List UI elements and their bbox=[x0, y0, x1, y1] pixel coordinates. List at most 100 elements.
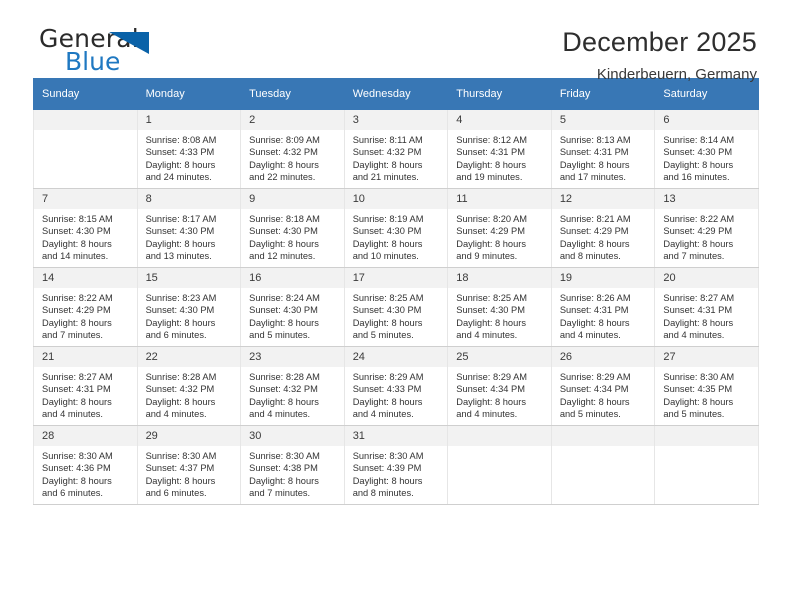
daylight-text-line2: and 16 minutes. bbox=[663, 172, 730, 183]
daylight-text-line2: and 6 minutes. bbox=[145, 488, 207, 499]
sunset-text: Sunset: 4:29 PM bbox=[42, 305, 111, 316]
page-subtitle: Kinderbeuern, Germany bbox=[596, 66, 757, 83]
daylight-text-line1: Daylight: 8 hours bbox=[456, 396, 527, 407]
day-details: Sunrise: 8:28 AM Sunset: 4:32 PM Daylight:… bbox=[138, 367, 241, 421]
day-details: Sunrise: 8:18 AM Sunset: 4:30 PM Daylight:… bbox=[241, 209, 344, 263]
sunrise-text: Sunrise: 8:20 AM bbox=[456, 214, 528, 224]
calendar-day-cell[interactable]: 10 Sunrise: 8:19 AM Sunset: 4:30 PM Dayligh… bbox=[343, 188, 449, 268]
sunset-text: Sunset: 4:30 PM bbox=[352, 226, 422, 237]
day-details: Sunrise: 8:23 AM Sunset: 4:30 PM Daylight:… bbox=[138, 288, 241, 342]
sunset-text: Sunset: 4:36 PM bbox=[42, 463, 111, 474]
sunrise-text: Sunrise: 8:26 AM bbox=[559, 293, 631, 303]
sunrise-text: Sunrise: 8:30 AM bbox=[352, 451, 424, 461]
calendar-week-row: 14 Sunrise: 8:22 AM Sunset: 4:29 PM Dayligh… bbox=[33, 267, 759, 347]
sunset-text: Sunset: 4:31 PM bbox=[559, 305, 629, 316]
sunrise-text: Sunrise: 8:14 AM bbox=[663, 135, 735, 145]
sunrise-text: Sunrise: 8:29 AM bbox=[352, 372, 424, 382]
calendar-day-cell[interactable]: 26 Sunrise: 8:29 AM Sunset: 4:34 PM Dayligh… bbox=[550, 346, 656, 426]
day-number: 5 bbox=[551, 110, 655, 130]
calendar-day-cell[interactable]: 8 Sunrise: 8:17 AM Sunset: 4:30 PM Daylight… bbox=[136, 188, 242, 268]
day-number: 13 bbox=[655, 189, 758, 209]
calendar-day-cell[interactable]: 27 Sunrise: 8:30 AM Sunset: 4:35 PM Dayligh… bbox=[654, 346, 759, 426]
weekday-header-thursday: Thursday bbox=[447, 78, 552, 110]
sunrise-text: Sunrise: 8:08 AM bbox=[145, 135, 217, 145]
sunset-text: Sunset: 4:31 PM bbox=[456, 147, 525, 158]
day-details: Sunrise: 8:30 AM Sunset: 4:38 PM Daylight:… bbox=[241, 446, 344, 500]
sunset-text: Sunset: 4:34 PM bbox=[456, 384, 525, 395]
day-number: 16 bbox=[241, 268, 344, 288]
calendar-day-cell[interactable]: 19 Sunrise: 8:26 AM Sunset: 4:31 PM Dayligh… bbox=[550, 267, 656, 347]
calendar-day-cell[interactable]: 1 Sunrise: 8:08 AM Sunset: 4:33 PM Daylight… bbox=[136, 109, 242, 189]
daylight-text-line1: Daylight: 8 hours bbox=[559, 317, 630, 328]
calendar-day-cell[interactable]: 29 Sunrise: 8:30 AM Sunset: 4:37 PM Dayligh… bbox=[136, 425, 242, 505]
sunset-text: Sunset: 4:37 PM bbox=[145, 463, 215, 474]
calendar-day-cell[interactable]: 22 Sunrise: 8:28 AM Sunset: 4:32 PM Dayligh… bbox=[136, 346, 242, 426]
calendar-day-cell[interactable]: 3 Sunrise: 8:11 AM Sunset: 4:32 PM Daylight… bbox=[343, 109, 449, 189]
calendar-day-cell[interactable]: 13 Sunrise: 8:22 AM Sunset: 4:29 PM Dayligh… bbox=[654, 188, 759, 268]
calendar-day-cell[interactable]: 30 Sunrise: 8:30 AM Sunset: 4:38 PM Dayligh… bbox=[240, 425, 345, 505]
daylight-text-line2: and 19 minutes. bbox=[456, 172, 523, 183]
sunset-text: Sunset: 4:30 PM bbox=[145, 305, 215, 316]
sunrise-text: Sunrise: 8:22 AM bbox=[42, 293, 113, 303]
calendar-day-cell[interactable]: 28 Sunrise: 8:30 AM Sunset: 4:36 PM Dayligh… bbox=[33, 425, 138, 505]
day-details: Sunrise: 8:20 AM Sunset: 4:29 PM Daylight:… bbox=[448, 209, 551, 263]
calendar-day-cell[interactable]: 9 Sunrise: 8:18 AM Sunset: 4:30 PM Daylight… bbox=[240, 188, 345, 268]
calendar-day-cell[interactable]: 4 Sunrise: 8:12 AM Sunset: 4:31 PM Daylight… bbox=[447, 109, 552, 189]
day-details: Sunrise: 8:19 AM Sunset: 4:30 PM Daylight:… bbox=[345, 209, 448, 263]
calendar-day-cell[interactable]: 6 Sunrise: 8:14 AM Sunset: 4:30 PM Daylight… bbox=[654, 109, 759, 189]
calendar-week-row: 21 Sunrise: 8:27 AM Sunset: 4:31 PM Dayligh… bbox=[33, 346, 759, 426]
calendar-day-cell[interactable]: 24 Sunrise: 8:29 AM Sunset: 4:33 PM Dayligh… bbox=[343, 346, 449, 426]
daylight-text-line2: and 5 minutes. bbox=[352, 330, 414, 341]
daylight-text-line2: and 6 minutes. bbox=[145, 330, 207, 341]
calendar-day-cell[interactable]: 31 Sunrise: 8:30 AM Sunset: 4:39 PM Dayligh… bbox=[343, 425, 449, 505]
day-details: Sunrise: 8:27 AM Sunset: 4:31 PM Daylight:… bbox=[34, 367, 137, 421]
sunrise-text: Sunrise: 8:29 AM bbox=[559, 372, 631, 382]
calendar-cell-empty bbox=[447, 425, 552, 505]
calendar-day-cell[interactable]: 18 Sunrise: 8:25 AM Sunset: 4:30 PM Dayligh… bbox=[447, 267, 552, 347]
calendar-day-cell[interactable]: 21 Sunrise: 8:27 AM Sunset: 4:31 PM Dayligh… bbox=[33, 346, 138, 426]
daylight-text-line2: and 13 minutes. bbox=[145, 251, 212, 262]
sunrise-text: Sunrise: 8:24 AM bbox=[249, 293, 320, 303]
daylight-text-line2: and 9 minutes. bbox=[456, 251, 518, 262]
calendar-day-cell[interactable]: 20 Sunrise: 8:27 AM Sunset: 4:31 PM Dayligh… bbox=[654, 267, 759, 347]
calendar-day-cell[interactable]: 12 Sunrise: 8:21 AM Sunset: 4:29 PM Dayligh… bbox=[550, 188, 656, 268]
sunrise-text: Sunrise: 8:17 AM bbox=[145, 214, 217, 224]
calendar-day-cell[interactable]: 14 Sunrise: 8:22 AM Sunset: 4:29 PM Dayligh… bbox=[33, 267, 138, 347]
calendar-cell-empty bbox=[33, 109, 138, 189]
sunrise-text: Sunrise: 8:25 AM bbox=[352, 293, 424, 303]
calendar-day-cell[interactable]: 5 Sunrise: 8:13 AM Sunset: 4:31 PM Daylight… bbox=[550, 109, 656, 189]
weekday-header-sunday: Sunday bbox=[33, 78, 138, 110]
daylight-text-line2: and 4 minutes. bbox=[352, 409, 414, 420]
sunset-text: Sunset: 4:30 PM bbox=[249, 305, 318, 316]
daylight-text-line2: and 6 minutes. bbox=[42, 488, 103, 499]
sunrise-text: Sunrise: 8:23 AM bbox=[145, 293, 217, 303]
calendar-day-cell[interactable]: 17 Sunrise: 8:25 AM Sunset: 4:30 PM Dayligh… bbox=[343, 267, 449, 347]
calendar-day-cell[interactable]: 2 Sunrise: 8:09 AM Sunset: 4:32 PM Daylight… bbox=[240, 109, 345, 189]
sunrise-text: Sunrise: 8:25 AM bbox=[456, 293, 528, 303]
calendar-day-cell[interactable]: 7 Sunrise: 8:15 AM Sunset: 4:30 PM Daylight… bbox=[33, 188, 138, 268]
day-details: Sunrise: 8:27 AM Sunset: 4:31 PM Daylight:… bbox=[655, 288, 758, 342]
daylight-text-line1: Daylight: 8 hours bbox=[456, 317, 527, 328]
sunset-text: Sunset: 4:29 PM bbox=[456, 226, 525, 237]
day-number: 29 bbox=[137, 426, 241, 446]
daylight-text-line2: and 8 minutes. bbox=[352, 488, 414, 499]
sunset-text: Sunset: 4:33 PM bbox=[352, 384, 422, 395]
brand-logo[interactable]: General Blue bbox=[33, 26, 199, 82]
daylight-text-line1: Daylight: 8 hours bbox=[249, 238, 319, 249]
day-number: 22 bbox=[137, 347, 241, 367]
calendar-day-cell[interactable]: 11 Sunrise: 8:20 AM Sunset: 4:29 PM Dayligh… bbox=[447, 188, 552, 268]
calendar-day-cell[interactable]: 25 Sunrise: 8:29 AM Sunset: 4:34 PM Dayligh… bbox=[447, 346, 552, 426]
calendar-day-cell[interactable]: 15 Sunrise: 8:23 AM Sunset: 4:30 PM Dayligh… bbox=[136, 267, 242, 347]
day-details: Sunrise: 8:12 AM Sunset: 4:31 PM Daylight:… bbox=[448, 130, 551, 184]
brand-triangle-icon bbox=[109, 32, 149, 54]
daylight-text-line1: Daylight: 8 hours bbox=[145, 475, 216, 486]
calendar-day-cell[interactable]: 16 Sunrise: 8:24 AM Sunset: 4:30 PM Dayligh… bbox=[240, 267, 345, 347]
calendar-day-cell[interactable]: 23 Sunrise: 8:28 AM Sunset: 4:32 PM Dayligh… bbox=[240, 346, 345, 426]
sunset-text: Sunset: 4:32 PM bbox=[249, 147, 318, 158]
sunrise-text: Sunrise: 8:30 AM bbox=[145, 451, 217, 461]
daylight-text-line1: Daylight: 8 hours bbox=[559, 396, 630, 407]
daylight-text-line1: Daylight: 8 hours bbox=[249, 396, 319, 407]
daylight-text-line1: Daylight: 8 hours bbox=[663, 396, 734, 407]
day-number: 4 bbox=[448, 110, 551, 130]
day-number: 12 bbox=[551, 189, 655, 209]
